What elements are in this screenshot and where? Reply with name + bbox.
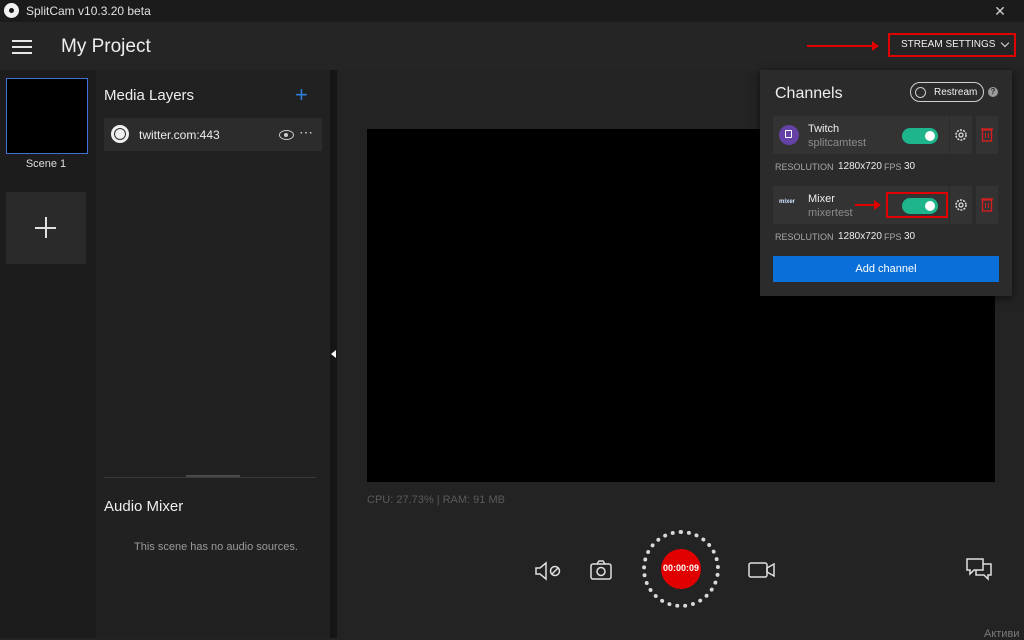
video-icon[interactable]	[748, 560, 776, 580]
camera-icon[interactable]	[590, 559, 612, 581]
fps-label: FPS	[884, 232, 902, 242]
close-window-button[interactable]: ✕	[985, 0, 1015, 22]
add-channel-button[interactable]: Add channel	[773, 256, 999, 282]
scenes-panel	[0, 70, 96, 638]
performance-stats: CPU: 27.73% | RAM: 91 MB	[367, 494, 505, 506]
help-icon[interactable]: ?	[988, 87, 998, 97]
channel-delete-button[interactable]	[976, 116, 998, 154]
panel-splitter	[104, 477, 316, 478]
twitch-icon	[779, 125, 799, 145]
activation-watermark: Активи	[984, 628, 1020, 640]
stream-settings-button[interactable]: STREAM SETTINGS	[888, 33, 1016, 57]
project-title: My Project	[61, 36, 151, 57]
resolution-value: 1280x720	[838, 231, 882, 242]
media-layers-title: Media Layers	[104, 87, 195, 104]
more-icon[interactable]: ⋯	[299, 124, 313, 141]
globe-icon	[111, 125, 129, 143]
mixer-icon: mixer	[779, 199, 796, 205]
channel-settings-button[interactable]	[950, 116, 972, 154]
fps-value: 30	[904, 161, 916, 172]
app-logo-icon	[4, 3, 19, 18]
eye-icon[interactable]	[279, 130, 294, 140]
resolution-value: 1280x720	[838, 161, 882, 172]
channel-name: Mixer	[808, 193, 835, 205]
fps-label: FPS	[884, 162, 902, 172]
channel-enable-toggle[interactable]	[902, 128, 938, 144]
resolution-label: RESOLUTION	[775, 232, 834, 242]
collapse-panel-icon[interactable]	[331, 350, 336, 358]
title-bar	[0, 0, 1024, 22]
record-timer: 00:00:09	[662, 563, 700, 573]
channel-delete-button[interactable]	[976, 186, 998, 224]
annotation-highlight-box	[886, 192, 948, 218]
gear-icon	[955, 199, 967, 211]
menu-icon[interactable]	[12, 40, 32, 54]
gear-icon	[955, 129, 967, 141]
mic-muted-icon[interactable]	[534, 561, 562, 581]
channel-name: Twitch	[808, 123, 840, 135]
chevron-down-icon	[1000, 38, 1010, 48]
splitter-handle[interactable]	[186, 475, 240, 477]
fps-value: 30	[904, 231, 916, 242]
audio-mixer-title: Audio Mixer	[104, 498, 184, 515]
restream-label: Restream	[934, 87, 978, 98]
add-layer-button[interactable]: +	[295, 82, 308, 108]
channel-account: splitcamtest	[808, 137, 867, 149]
audio-empty-message: This scene has no audio sources.	[134, 541, 298, 553]
annotation-arrow	[855, 200, 881, 210]
channel-settings-button[interactable]	[950, 186, 972, 224]
chat-icon[interactable]	[965, 557, 993, 581]
stream-settings-label: STREAM SETTINGS	[901, 39, 996, 50]
scene-label: Scene 1	[25, 158, 67, 170]
add-scene-button[interactable]	[6, 192, 86, 264]
trash-icon	[981, 128, 993, 142]
resolution-label: RESOLUTION	[775, 162, 834, 172]
layer-name: twitter.com:443	[139, 128, 220, 142]
channels-title: Channels	[775, 85, 843, 102]
scene-thumbnail[interactable]	[6, 78, 88, 154]
app-title: SplitCam v10.3.20 beta	[26, 4, 151, 18]
annotation-arrow	[807, 41, 879, 51]
restream-radio-icon	[915, 87, 926, 98]
channel-account: mixertest	[808, 207, 853, 219]
trash-icon	[981, 198, 993, 212]
